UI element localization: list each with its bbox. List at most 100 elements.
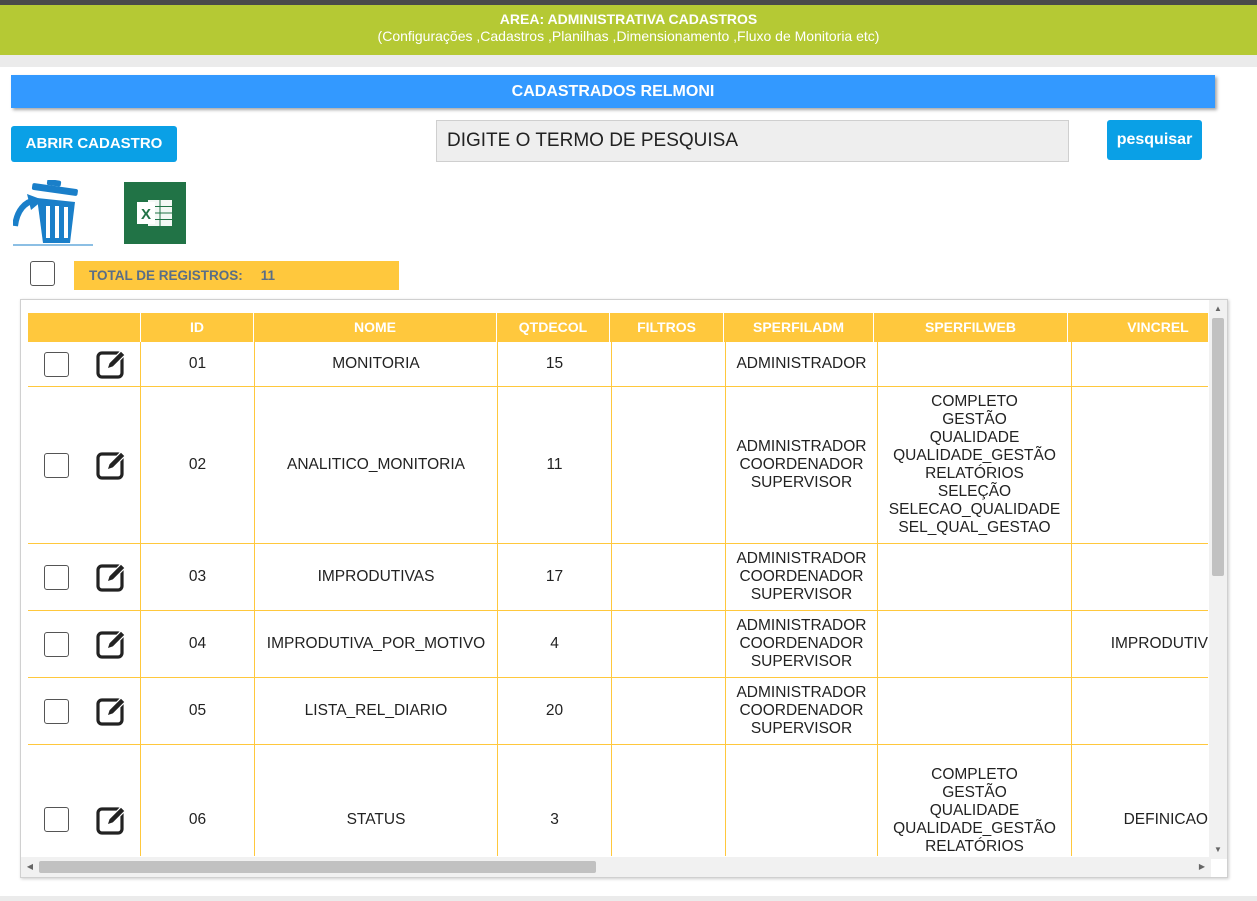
edit-icon[interactable] bbox=[96, 561, 128, 593]
open-record-button[interactable]: ABRIR CADASTRO bbox=[11, 126, 177, 162]
main-panel: CADASTRADOS RELMONI ABRIR CADASTRO DIGIT… bbox=[0, 67, 1257, 896]
vincrel-value: DEFINICAO bbox=[1123, 810, 1208, 828]
row-checkbox[interactable] bbox=[43, 452, 69, 478]
cell-nome: LISTA_REL_DIARIO bbox=[255, 678, 498, 744]
qtdecol-value: 4 bbox=[550, 635, 559, 652]
cell-nome: IMPRODUTIVAS bbox=[255, 544, 498, 610]
cell-filtros bbox=[612, 745, 726, 856]
table-row: 01 MONITORIA 15 ADMINISTRADOR bbox=[28, 342, 1208, 387]
row-checkbox[interactable] bbox=[43, 564, 69, 590]
vertical-scrollbar[interactable]: ▲ ▼ bbox=[1209, 300, 1227, 859]
cell-sperfiladm: ADMINISTRADOR COORDENADOR SUPERVISOR bbox=[726, 544, 878, 610]
horizontal-scrollbar[interactable]: ◀ ▶ bbox=[21, 857, 1211, 877]
id-value: 01 bbox=[188, 355, 207, 372]
row-checkbox[interactable] bbox=[43, 631, 69, 657]
total-label: TOTAL DE REGISTROS: bbox=[89, 268, 243, 283]
edit-icon[interactable] bbox=[96, 449, 128, 481]
edit-icon[interactable] bbox=[96, 628, 128, 660]
table-row: 04 IMPRODUTIVA_POR_MOTIVO 4 ADMINISTRADOR C… bbox=[28, 611, 1208, 678]
sperfiladm-value: ADMINISTRADOR COORDENADOR SUPERVISOR bbox=[736, 684, 867, 737]
area-title: AREA: ADMINISTRATIVA CADASTROS bbox=[499, 11, 758, 27]
total-records-bar: TOTAL DE REGISTROS: 11 bbox=[74, 261, 399, 290]
cell-qtdecol: 20 bbox=[498, 678, 612, 744]
cell-qtdecol: 3 bbox=[498, 745, 612, 856]
table-row: 02 ANALITICO_MONITORIA 11 ADMINISTRADOR COO… bbox=[28, 387, 1208, 544]
nome-value: ANALITICO_MONITORIA bbox=[287, 456, 465, 473]
row-select-cell bbox=[28, 745, 84, 856]
cell-vincrel bbox=[1072, 678, 1208, 744]
cell-nome: ANALITICO_MONITORIA bbox=[255, 387, 498, 543]
qtdecol-value: 3 bbox=[550, 810, 559, 828]
id-value: 04 bbox=[188, 635, 207, 652]
nome-value: STATUS bbox=[346, 810, 406, 828]
nome-value: LISTA_REL_DIARIO bbox=[304, 702, 448, 719]
cell-sperfiladm: ADMINISTRADOR COORDENADOR SUPERVISOR bbox=[726, 678, 878, 744]
edit-icon[interactable] bbox=[96, 348, 128, 380]
cell-vincrel bbox=[1072, 342, 1208, 386]
table-row: 06 STATUS 3 COMPLETO GESTÃO QUALIDADE QUALI… bbox=[28, 745, 1208, 856]
scroll-down-arrow-icon[interactable]: ▼ bbox=[1209, 843, 1227, 857]
row-select-cell bbox=[28, 678, 84, 744]
row-select-cell bbox=[28, 387, 84, 543]
cell-qtdecol: 11 bbox=[498, 387, 612, 543]
table-header-row: ID NOME QTDECOL FILTROS SPERFILADM SPERF… bbox=[28, 313, 1208, 342]
header-nome[interactable]: NOME bbox=[254, 313, 497, 342]
trash-recycle-icon[interactable] bbox=[13, 180, 93, 246]
edit-icon[interactable] bbox=[96, 804, 128, 836]
sperfilweb-value: COMPLETO GESTÃO QUALIDADE QUALIDADE_GEST… bbox=[893, 765, 1056, 857]
cell-filtros bbox=[612, 387, 726, 543]
scroll-right-arrow-icon[interactable]: ▶ bbox=[1195, 857, 1209, 877]
scroll-up-arrow-icon[interactable]: ▲ bbox=[1209, 302, 1227, 316]
cell-id: 01 bbox=[141, 342, 255, 386]
row-checkbox[interactable] bbox=[43, 351, 69, 377]
cell-sperfilweb bbox=[878, 611, 1072, 677]
cell-vincrel bbox=[1072, 387, 1208, 543]
cell-sperfiladm bbox=[726, 745, 878, 856]
row-checkbox[interactable] bbox=[43, 807, 69, 832]
row-edit-cell bbox=[84, 544, 141, 610]
row-edit-cell bbox=[84, 387, 141, 543]
section-title: CADASTRADOS RELMONI bbox=[11, 75, 1215, 108]
search-input[interactable]: DIGITE O TERMO DE PESQUISA bbox=[436, 120, 1069, 162]
header-qtdecol[interactable]: QTDECOL bbox=[497, 313, 610, 342]
id-value: 05 bbox=[188, 702, 207, 719]
scroll-left-arrow-icon[interactable]: ◀ bbox=[23, 857, 37, 877]
row-checkbox[interactable] bbox=[43, 698, 69, 724]
vertical-scroll-thumb[interactable] bbox=[1212, 318, 1224, 576]
nome-value: MONITORIA bbox=[332, 355, 420, 372]
qtdecol-value: 17 bbox=[545, 568, 564, 585]
area-subtitle: (Configurações ,Cadastros ,Planilhas ,Di… bbox=[377, 28, 880, 44]
excel-export-icon[interactable]: X bbox=[124, 182, 186, 244]
cell-sperfiladm: ADMINISTRADOR COORDENADOR SUPERVISOR bbox=[726, 611, 878, 677]
cell-sperfilweb: COMPLETO GESTÃO QUALIDADE QUALIDADE_GEST… bbox=[878, 745, 1072, 856]
cell-vincrel bbox=[1072, 544, 1208, 610]
sperfiladm-value: ADMINISTRADOR COORDENADOR SUPERVISOR bbox=[736, 438, 867, 491]
sperfiladm-value: ADMINISTRADOR COORDENADOR SUPERVISOR bbox=[736, 617, 867, 670]
header-vincrel[interactable]: VINCREL bbox=[1068, 313, 1227, 342]
edit-icon[interactable] bbox=[96, 695, 128, 727]
cell-filtros bbox=[612, 678, 726, 744]
cell-id: 04 bbox=[141, 611, 255, 677]
horizontal-scroll-thumb[interactable] bbox=[39, 861, 596, 873]
cell-nome: STATUS bbox=[255, 745, 498, 856]
vincrel-value: IMPRODUTIV bbox=[1110, 635, 1208, 652]
cell-id: 05 bbox=[141, 678, 255, 744]
select-all-checkbox[interactable] bbox=[30, 261, 55, 286]
id-value: 02 bbox=[188, 456, 207, 473]
total-count: 11 bbox=[260, 268, 276, 283]
header-sperfiladm[interactable]: SPERFILADM bbox=[724, 313, 874, 342]
cell-filtros bbox=[612, 611, 726, 677]
row-select-cell bbox=[28, 342, 84, 386]
table-row: 03 IMPRODUTIVAS 17 ADMINISTRADOR COORDENADO… bbox=[28, 544, 1208, 611]
records-table: ID NOME QTDECOL FILTROS SPERFILADM SPERF… bbox=[20, 299, 1228, 878]
sperfiladm-value: ADMINISTRADOR bbox=[736, 355, 867, 372]
cell-id: 03 bbox=[141, 544, 255, 610]
header-id[interactable]: ID bbox=[141, 313, 254, 342]
header-sperfilweb[interactable]: SPERFILWEB bbox=[874, 313, 1068, 342]
qtdecol-value: 15 bbox=[545, 355, 564, 372]
search-button[interactable]: pesquisar bbox=[1107, 120, 1202, 160]
header-filtros[interactable]: FILTROS bbox=[610, 313, 724, 342]
row-select-cell bbox=[28, 611, 84, 677]
nome-value: IMPRODUTIVAS bbox=[317, 568, 435, 585]
sperfiladm-value: ADMINISTRADOR COORDENADOR SUPERVISOR bbox=[736, 550, 867, 603]
